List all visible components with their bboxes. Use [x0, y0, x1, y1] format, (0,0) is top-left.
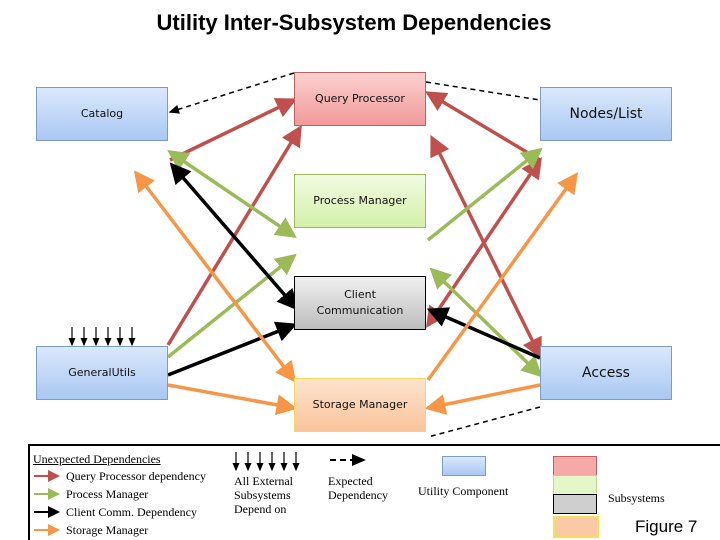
- external-arrows-icon: [232, 452, 300, 472]
- legend-heading: Unexpected Dependencies: [33, 452, 161, 466]
- dashed-arrow-access-sm: [427, 406, 541, 438]
- arrow-general-utils-to-cc: [167, 321, 298, 377]
- swatch-process-manager: [553, 475, 597, 495]
- catalog-node: Catalog: [36, 87, 168, 141]
- legend: Unexpected Dependencies Query Processor …: [28, 444, 720, 540]
- arrow-catalog-to-qp: [169, 98, 298, 162]
- legend-external: All External Subsystems Depend on: [234, 474, 293, 516]
- query-processor-node: Query Processor: [294, 72, 426, 126]
- figure-label: Figure 7: [635, 517, 698, 536]
- swatch-client-comm: [553, 494, 597, 514]
- utility-swatch: [442, 456, 486, 476]
- process-manager-node: Process Manager: [294, 174, 426, 228]
- nodes-list-node: Nodes/List: [540, 87, 672, 141]
- swatch-query-processor: [553, 456, 597, 476]
- swatch-storage-manager: [553, 516, 599, 538]
- legend-utility: Utility Component: [418, 484, 509, 498]
- arrow-general-utils-to-pm: [166, 253, 297, 359]
- legend-subsystems: Subsystems: [608, 491, 665, 505]
- dashed-arrow-qp-catalog: [168, 72, 295, 114]
- legend-item-sm: Storage Manager: [66, 523, 149, 537]
- dashed-arrow-qp-nodes: [425, 81, 541, 101]
- legend-expected: Expected Dependency: [328, 474, 388, 502]
- arrow-access-to-sm: [424, 383, 541, 415]
- arrow-nodes-to-qp: [424, 91, 541, 162]
- dashed-arrow-icon: [330, 454, 366, 466]
- arrow-catalog-pm: [167, 150, 297, 238]
- diagram: Utility Inter-Subsystem Dependencies Cat…: [0, 0, 720, 540]
- arrow-access-to-cc: [426, 307, 541, 360]
- storage-manager-node: Storage Manager: [294, 378, 426, 432]
- access-node: Access: [540, 346, 672, 400]
- legend-item-pm: Process Manager: [66, 487, 149, 501]
- general-utils-node: GeneralUtils: [36, 346, 168, 400]
- client-communication-node: Client Communication: [294, 276, 426, 330]
- arrow-catalog-cc: [169, 162, 299, 311]
- arrow-general-utils-to-sm: [167, 383, 298, 416]
- legend-item-qp: Query Processor dependency: [66, 469, 206, 483]
- legend-item-cc: Client Comm. Dependency: [66, 505, 197, 519]
